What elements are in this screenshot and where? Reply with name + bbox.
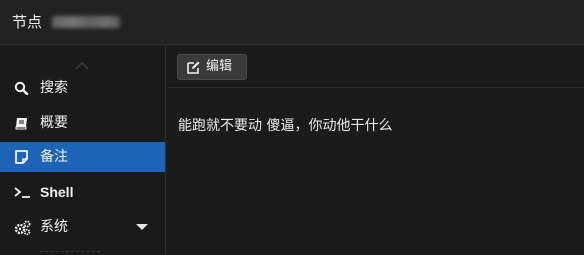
- gears-icon: [14, 220, 31, 236]
- sidebar-item-system[interactable]: 系统: [0, 212, 165, 242]
- sidebar-item-notes[interactable]: 备注: [0, 142, 165, 172]
- note-content: 能跑就不要动 傻逼，你动他干什么: [178, 118, 393, 134]
- sidebar-item-label: 搜索: [40, 80, 68, 96]
- chevron-down-icon[interactable]: [136, 224, 148, 230]
- sidebar-item-summary[interactable]: 概要: [0, 108, 165, 138]
- sidebar-item-label: 备注: [40, 149, 68, 165]
- notes-panel: 编辑 能跑就不要动 傻逼，你动他干什么: [167, 46, 584, 255]
- sidebar-item-label: Shell: [40, 184, 74, 200]
- terminal-icon: [14, 185, 30, 199]
- edit-icon: [186, 60, 201, 75]
- scroll-up-icon[interactable]: [75, 55, 89, 70]
- node-name-redacted: [52, 16, 120, 28]
- book-icon: [14, 116, 30, 130]
- note-icon: [14, 150, 30, 164]
- sidebar-item-shell[interactable]: Shell: [0, 177, 165, 207]
- page-title: 节点: [12, 13, 43, 31]
- sidebar-item-label: 系统: [40, 219, 68, 235]
- sidebar-item-label: 概要: [40, 115, 68, 131]
- edit-button-label: 编辑: [206, 59, 233, 74]
- edit-button[interactable]: 编辑: [177, 54, 247, 80]
- sidebar-divider: [40, 251, 100, 255]
- search-icon: [14, 81, 30, 95]
- page-header: 节点: [0, 0, 584, 45]
- node-notes-view: 节点 搜索 概要 备注 Shell 系统 编辑 能跑就不要动 傻逼，你动他干什么: [0, 0, 584, 255]
- sidebar: 搜索 概要 备注 Shell 系统: [0, 46, 166, 255]
- notes-toolbar: 编辑: [167, 46, 584, 88]
- sidebar-item-search[interactable]: 搜索: [0, 73, 165, 103]
